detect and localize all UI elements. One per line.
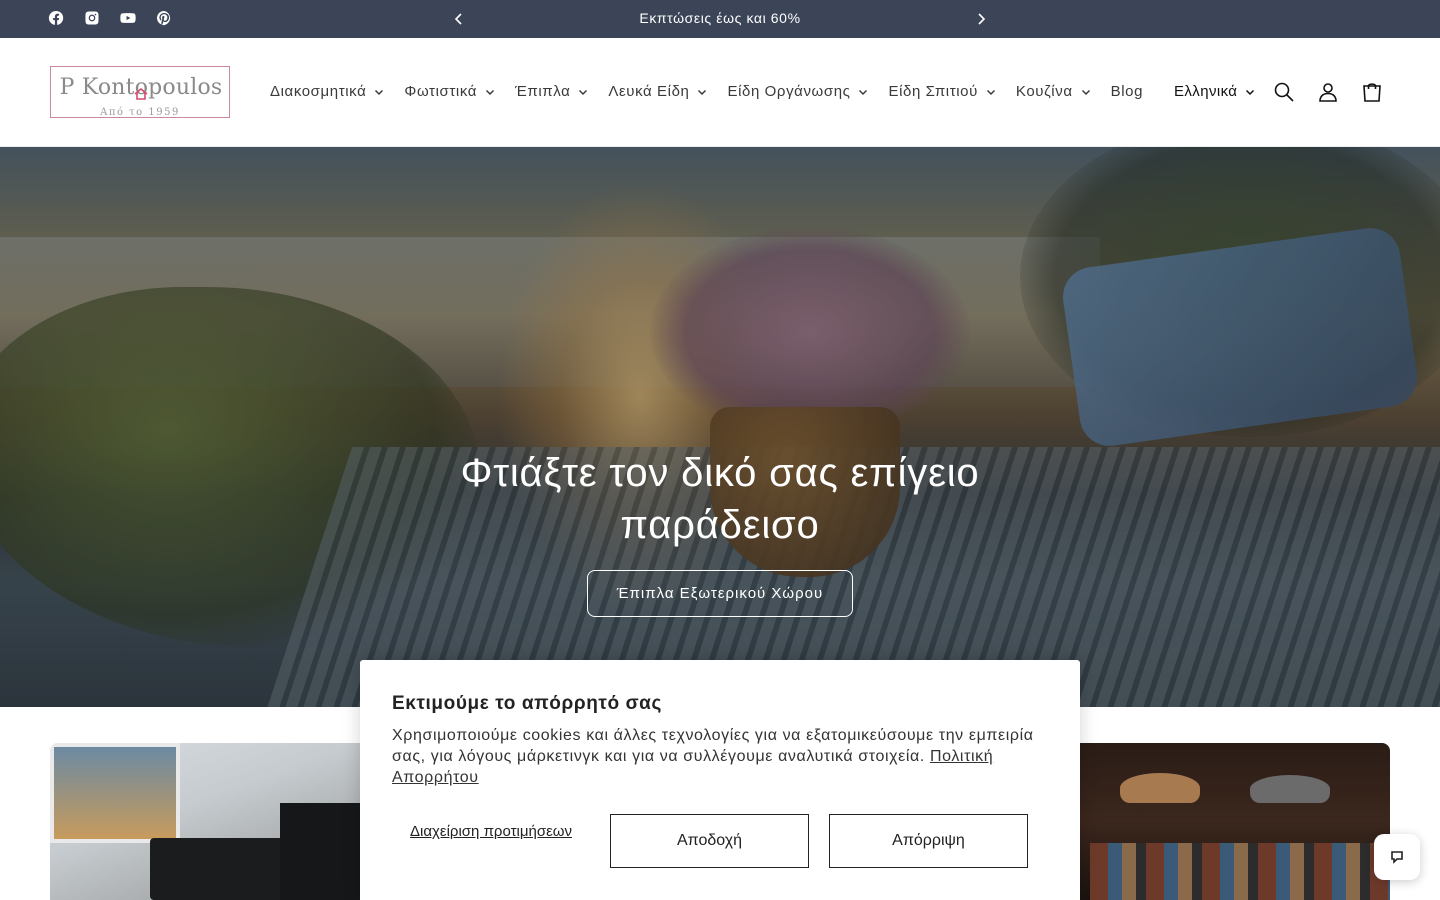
collection-card-closet[interactable] <box>1050 743 1390 900</box>
collection-card-office[interactable] <box>50 743 390 900</box>
nav-item-organization[interactable]: Είδη Οργάνωσης <box>727 83 868 100</box>
facebook-icon[interactable] <box>48 10 64 26</box>
nav-item-label: Διακοσμητικά <box>270 83 367 100</box>
nav-item-home-goods[interactable]: Είδη Σπιτιού <box>888 83 995 100</box>
chat-icon <box>1390 850 1404 864</box>
nav-item-label: Κουζίνα <box>1015 83 1073 100</box>
manage-preferences-link[interactable]: Διαχείριση προτιμήσεων <box>392 822 590 841</box>
nav-item-label: Λευκά Είδη <box>608 83 690 100</box>
site-header: P Kontopoulos Από το 1959 Διακοσμητικά Φ… <box>0 38 1440 147</box>
nav-item-linens[interactable]: Λευκά Είδη <box>608 83 707 100</box>
nav-item-label: Έπιπλα <box>515 83 571 100</box>
chevron-down-icon <box>578 87 588 97</box>
chevron-down-icon <box>858 87 868 97</box>
card-image-monitor <box>150 838 290 900</box>
cookie-title: Εκτιμούμε το απόρρητό σας <box>392 693 662 714</box>
reject-button[interactable]: Απόρριψη <box>829 814 1028 868</box>
chevron-right-icon[interactable] <box>973 11 989 27</box>
card-image-poster <box>50 743 180 843</box>
hero-banner: Φτιάξτε τον δικό σας επίγειο παράδεισο Έ… <box>0 147 1440 707</box>
chevron-down-icon <box>485 87 495 97</box>
cookie-description: Χρησιμοποιούμε cookies και άλλες τεχνολο… <box>392 725 1052 788</box>
social-links <box>48 10 172 26</box>
chevron-down-icon <box>1245 87 1255 97</box>
search-icon[interactable] <box>1273 81 1295 103</box>
nav-item-kitchen[interactable]: Κουζίνα <box>1016 83 1091 100</box>
logo-tagline: Από το 1959 <box>100 107 180 118</box>
hero-overlay <box>0 147 1440 707</box>
chevron-down-icon <box>697 87 707 97</box>
youtube-icon[interactable] <box>120 10 136 26</box>
nav-item-label: Blog <box>1110 83 1144 100</box>
hero-title: Φτιάξτε τον δικό σας επίγειο παράδεισο <box>460 451 980 547</box>
account-icon[interactable] <box>1317 81 1339 103</box>
chevron-down-icon <box>374 87 384 97</box>
chevron-down-icon <box>986 87 996 97</box>
nav-item-blog[interactable]: Blog <box>1111 83 1143 100</box>
chevron-left-icon[interactable] <box>451 11 467 27</box>
nav-item-label: Φωτιστικά <box>404 83 478 100</box>
announcement-bar: Εκπτώσεις έως και 60% <box>0 0 1440 38</box>
card-image-pc <box>280 803 360 900</box>
nav-item-label: Είδη Σπιτιού <box>888 83 978 100</box>
language-label: Ελληνικά <box>1174 83 1238 100</box>
chat-widget-button[interactable] <box>1374 834 1420 880</box>
card-image-hat <box>1120 773 1200 803</box>
main-navigation: Διακοσμητικά Φωτιστικά Έπιπλα Λευκά Είδη… <box>270 83 1163 100</box>
cookie-banner: Εκτιμούμε το απόρρητό σας Χρησιμοποιούμε… <box>360 660 1080 900</box>
nav-item-decoratives[interactable]: Διακοσμητικά <box>270 83 384 100</box>
pinterest-icon[interactable] <box>156 10 172 26</box>
card-image-hat <box>1250 775 1330 803</box>
accept-button[interactable]: Αποδοχή <box>610 814 809 868</box>
nav-item-lighting[interactable]: Φωτιστικά <box>404 83 495 100</box>
nav-item-label: Είδη Οργάνωσης <box>727 83 851 100</box>
instagram-icon[interactable] <box>84 10 100 26</box>
chevron-down-icon <box>1081 87 1091 97</box>
announcement-text: Εκπτώσεις έως και 60% <box>639 10 801 26</box>
card-image-clothes <box>1090 843 1390 900</box>
nav-item-furniture[interactable]: Έπιπλα <box>515 83 588 100</box>
house-icon <box>134 87 148 100</box>
language-selector[interactable]: Ελληνικά <box>1174 83 1255 100</box>
cart-icon[interactable] <box>1361 81 1383 103</box>
hero-cta-button[interactable]: Έπιπλα Εξωτερικού Χώρου <box>587 570 853 617</box>
store-logo[interactable]: P Kontopoulos Από το 1959 <box>50 66 230 118</box>
